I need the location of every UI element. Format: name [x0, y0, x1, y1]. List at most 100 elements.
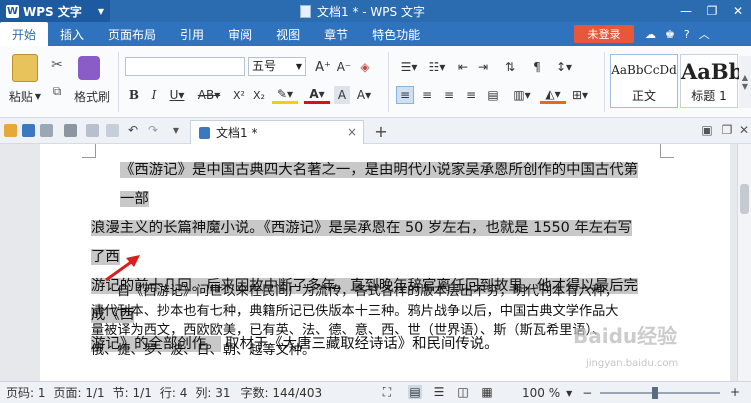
app-menu-button[interactable]: W WPS 文字 ▼ [0, 0, 111, 22]
vertical-scrollbar[interactable] [737, 144, 751, 381]
highlight-icon[interactable]: ✎▾ [272, 86, 298, 104]
status-page-number[interactable]: 页码: 1 [6, 384, 46, 401]
chevron-up-icon[interactable]: ︿ [699, 26, 710, 42]
reading-view-icon[interactable]: ▦ [480, 385, 494, 399]
tab-review[interactable]: 审阅 [216, 22, 264, 46]
zoom-slider-knob[interactable] [652, 387, 658, 399]
login-button[interactable]: 未登录 [574, 25, 634, 43]
align-center-icon[interactable]: ≡ [418, 86, 436, 104]
column-icon[interactable]: ▥▾ [510, 86, 534, 104]
text-line: 清代刊本、抄本也有七种，典籍所记已佚版本十三种。鸦片战争以后，中国古典文学作品大 [91, 303, 619, 319]
window-title-area: 文档1 * - WPS 文字 [300, 0, 425, 22]
undo-icon[interactable]: ↶ [126, 123, 140, 137]
copy-icon[interactable]: ⧉ [48, 82, 66, 100]
decrease-indent-icon[interactable]: ⇤ [454, 58, 472, 76]
shirt-icon[interactable]: ♚ [665, 28, 675, 41]
shrink-font-icon[interactable]: A⁻ [335, 58, 353, 76]
strikethrough-icon[interactable]: AB▾ [194, 86, 224, 104]
clear-format-icon[interactable]: ◈ [356, 58, 374, 76]
tab-section[interactable]: 章节 [312, 22, 360, 46]
align-left-icon[interactable]: ≡ [396, 86, 414, 104]
font-name-input[interactable] [125, 57, 245, 76]
line-spacing-icon[interactable]: ↕▾ [552, 58, 576, 76]
style-normal[interactable]: AaBbCcDd 正文 [610, 54, 678, 108]
zoom-value[interactable]: 100 % [522, 386, 560, 400]
redo-icon[interactable]: ↷ [146, 123, 160, 137]
align-right-icon[interactable]: ≡ [440, 86, 458, 104]
zoom-slider[interactable] [600, 387, 720, 399]
status-word-count[interactable]: 字数: 144/403 [240, 384, 322, 401]
show-marks-icon[interactable]: ¶ [526, 58, 548, 76]
increase-indent-icon[interactable]: ⇥ [474, 58, 492, 76]
paste-icon[interactable] [12, 54, 38, 82]
pin-icon[interactable]: ▣ [700, 123, 714, 137]
document-tab[interactable]: 文档1 * × [190, 120, 364, 144]
scrollbar-thumb[interactable] [740, 184, 749, 214]
status-pages[interactable]: 页面: 1/1 [54, 384, 105, 401]
top-right-icons: ☁ ♚ ? ︿ [645, 22, 710, 46]
shading-icon[interactable]: ◭▾ [540, 86, 566, 104]
char-shading-icon[interactable]: A [334, 86, 350, 104]
sort-icon[interactable]: ⇅ [498, 58, 522, 76]
status-row[interactable]: 行: 4 [160, 384, 188, 401]
status-column[interactable]: 列: 31 [195, 384, 230, 401]
close-doc-icon[interactable]: ✕ [738, 123, 750, 137]
tab-page-layout[interactable]: 页面布局 [96, 22, 168, 46]
chevron-down-icon[interactable]: ▼ [566, 389, 572, 398]
restore-icon[interactable]: ❐ [720, 123, 734, 137]
help-icon[interactable]: ? [684, 28, 690, 41]
zoom-in-icon[interactable]: + [728, 385, 742, 399]
close-tab-icon[interactable]: × [347, 125, 357, 139]
cloud-icon[interactable]: ☁ [645, 28, 656, 41]
bold-icon[interactable]: B [126, 86, 142, 104]
font-color-icon[interactable]: A▾ [304, 86, 330, 104]
fullscreen-icon[interactable]: ⛶ [380, 385, 394, 399]
cut-icon[interactable]: ✂ [48, 56, 66, 74]
border-icon[interactable]: ⊞▾ [568, 86, 592, 104]
open-icon[interactable] [4, 124, 17, 137]
paste-button[interactable]: 粘贴 ▼ [4, 88, 46, 104]
tab-references[interactable]: 引用 [168, 22, 216, 46]
styles-scroll[interactable]: ▲ ▼ [739, 56, 751, 108]
page-view-icon[interactable]: ▤ [408, 385, 422, 399]
document-area: 《西游记》是中国古典四大名著之一，是由明代小说家吴承恩所创作的中国古代第一部 浪… [0, 144, 751, 381]
tab-features[interactable]: 特色功能 [360, 22, 432, 46]
customize-toolbar-icon[interactable]: ▼ [170, 123, 182, 137]
distribute-icon[interactable]: ▤ [484, 86, 502, 104]
superscript-icon[interactable]: X² [230, 86, 248, 104]
format-painter-icon[interactable] [78, 56, 100, 80]
justify-icon[interactable]: ≡ [462, 86, 480, 104]
outline-view-icon[interactable]: ☰ [432, 385, 446, 399]
tab-insert[interactable]: 插入 [48, 22, 96, 46]
minimize-icon[interactable]: — [673, 0, 699, 22]
italic-icon[interactable]: I [146, 86, 162, 104]
watermark-logo: Baidu经验 [573, 324, 678, 348]
watermark-url: jingyan.baidu.com [586, 358, 679, 369]
format-painter-button[interactable]: 格式刷 [70, 88, 114, 104]
tab-view[interactable]: 视图 [264, 22, 312, 46]
body-paragraph[interactable]: 自《西游记》问世以来在民间广为流传，各式各样的版本层出不穷，明代刊本有六种， 清… [91, 282, 651, 360]
print-icon[interactable] [64, 124, 77, 137]
char-border-icon[interactable]: A▾ [352, 86, 376, 104]
chevron-down-icon: ▼ [97, 6, 105, 16]
output-icon[interactable] [40, 124, 53, 137]
app-name: WPS 文字 [23, 4, 82, 19]
pdf-icon[interactable] [106, 124, 119, 137]
print-preview-icon[interactable] [86, 124, 99, 137]
maximize-icon[interactable]: ❐ [699, 0, 725, 22]
grow-font-icon[interactable]: A⁺ [314, 58, 332, 76]
status-section[interactable]: 节: 1/1 [113, 384, 152, 401]
new-tab-icon[interactable]: + [372, 122, 390, 141]
save-icon[interactable] [22, 124, 35, 137]
close-icon[interactable]: ✕ [725, 0, 751, 22]
font-size-select[interactable]: 五号 ▼ [248, 57, 306, 76]
subscript-icon[interactable]: X₂ [250, 86, 268, 104]
tab-home[interactable]: 开始 [0, 22, 49, 46]
zoom-out-icon[interactable]: − [582, 386, 592, 400]
bullet-list-icon[interactable]: ☰▾ [396, 58, 422, 76]
numbered-list-icon[interactable]: ☷▾ [424, 58, 450, 76]
style-heading1[interactable]: AaBb 标题 1 [680, 54, 743, 108]
style-normal-label: 正文 [631, 89, 656, 103]
web-view-icon[interactable]: ◫ [456, 385, 470, 399]
underline-icon[interactable]: U▾ [166, 86, 188, 104]
